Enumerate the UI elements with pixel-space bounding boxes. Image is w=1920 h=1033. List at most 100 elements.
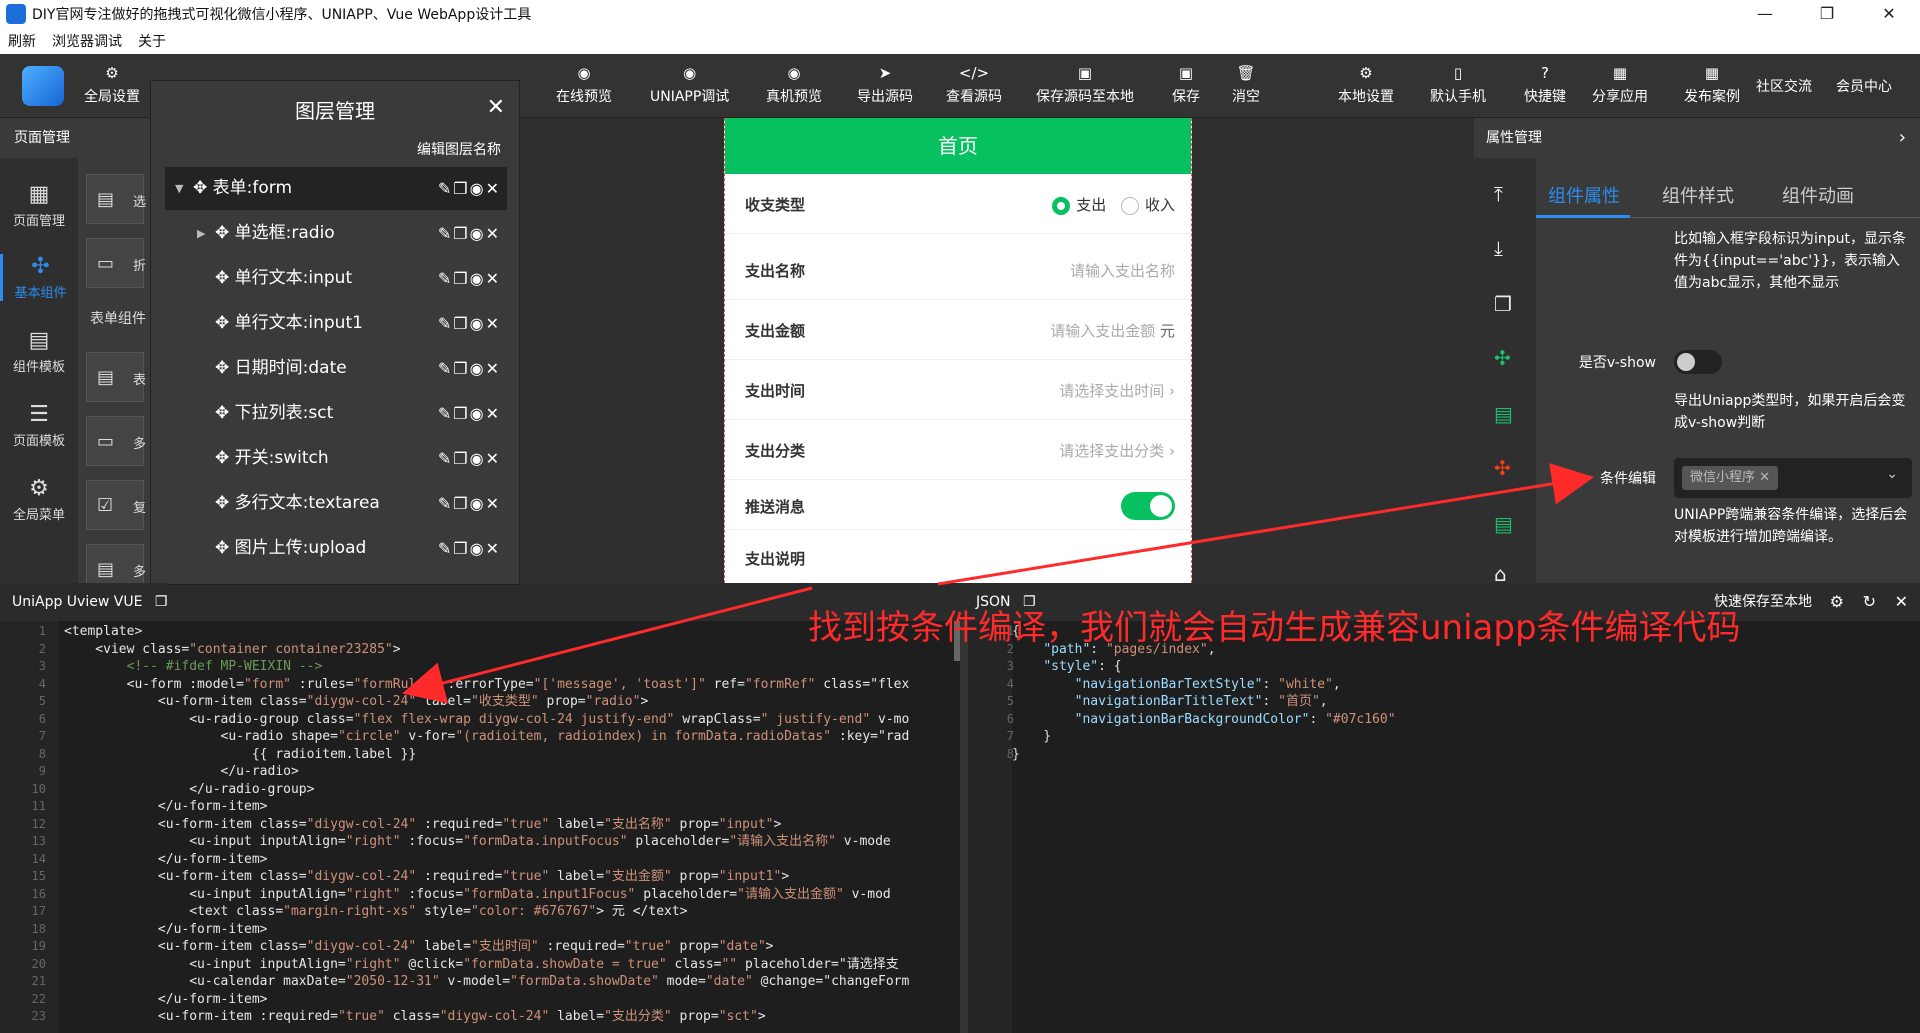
toolbar-community[interactable]: 社区交流: [1756, 76, 1812, 96]
toolbar-member-center[interactable]: 会员中心: [1836, 76, 1892, 96]
copy-icon[interactable]: ❐: [155, 594, 168, 610]
toolbar-view-source[interactable]: </> 查看源码: [946, 64, 1002, 106]
editor-divider[interactable]: [960, 621, 968, 1033]
form-row-type[interactable]: 收支类型 支出 收入: [725, 174, 1191, 234]
close-icon[interactable]: ✕: [1895, 583, 1908, 621]
caret-down-icon[interactable]: ▼: [175, 167, 183, 210]
tab-component-style[interactable]: 组件样式: [1662, 182, 1734, 208]
json-code-editor[interactable]: 1{2 "path": "pages/index", 3 "style": {4 …: [968, 621, 1920, 1033]
close-icon[interactable]: ✕: [487, 95, 505, 120]
maximize-button[interactable]: ❐: [1796, 0, 1858, 28]
toolbar-device-preview[interactable]: ◉ 真机预览: [766, 64, 822, 106]
form-row-desc[interactable]: 支出说明: [725, 530, 1191, 583]
save-icon: ▣: [1178, 64, 1194, 82]
puzzle-icon[interactable]: ✣: [1494, 346, 1511, 370]
form-row-time[interactable]: 支出时间 请选择支出时间 ›: [725, 360, 1191, 420]
form-row-push[interactable]: 推送消息: [725, 480, 1191, 530]
close-window-button[interactable]: ✕: [1858, 0, 1920, 28]
toolbar-share-app[interactable]: ▦ 分享应用: [1592, 64, 1648, 106]
eye-icon: ◉: [577, 64, 591, 82]
rail-page-manage[interactable]: ▦ 页面管理: [0, 182, 78, 229]
toolbar-shortcuts[interactable]: ? 快捷键: [1524, 64, 1566, 106]
menu-browser-debug[interactable]: 浏览器调试: [52, 31, 122, 51]
layer-actions[interactable]: ✎❐◉✕: [438, 392, 501, 435]
component-item[interactable]: ▭ 多: [86, 416, 146, 466]
refresh-icon[interactable]: ↻: [1863, 583, 1876, 621]
toolbar-export-source[interactable]: ➤ 导出源码: [857, 64, 913, 106]
gear-icon[interactable]: ⚙: [1830, 583, 1844, 621]
layer-actions[interactable]: ✎❐◉✕: [438, 167, 501, 210]
layer-row[interactable]: ✥ 多行文本:textarea ✎❐◉✕: [165, 482, 507, 525]
layer-row[interactable]: ✥ 下拉列表:sct ✎❐◉✕: [165, 392, 507, 435]
layer-row[interactable]: ▼ ✥ 表单:form ✎❐◉✕: [165, 167, 507, 210]
help-icon: ?: [1541, 64, 1549, 82]
toolbar-default-phone[interactable]: ▯ 默认手机: [1430, 64, 1486, 106]
toolbar-publish-case[interactable]: ▦ 发布案例: [1684, 64, 1740, 106]
radio-checked-icon[interactable]: [1052, 196, 1071, 215]
toolbar-local-settings[interactable]: ⚙ 本地设置: [1338, 64, 1394, 106]
copy-icon[interactable]: ❐: [1494, 292, 1512, 316]
minimize-button[interactable]: —: [1734, 0, 1796, 28]
condition-compile-select[interactable]: 微信小程序 ✕ ⌄: [1674, 458, 1912, 498]
toolbar-save[interactable]: ▣ 保存: [1172, 64, 1200, 106]
tag-close-icon[interactable]: ✕: [1759, 470, 1770, 485]
menu-refresh[interactable]: 刷新: [8, 31, 36, 51]
selected-tag[interactable]: 微信小程序 ✕: [1682, 466, 1779, 490]
code-text: }: [1012, 746, 1020, 762]
toolbar-online-preview[interactable]: ◉ 在线预览: [556, 64, 612, 106]
toolbar-global-settings[interactable]: ⚙ 全局设置: [84, 64, 140, 106]
puzzle-icon[interactable]: ✣: [1494, 456, 1511, 480]
push-switch[interactable]: [1121, 492, 1175, 520]
document-icon[interactable]: ▤: [1494, 402, 1513, 426]
menu-about[interactable]: 关于: [138, 31, 166, 51]
line-number: 3: [38, 659, 46, 673]
code-text: <!-- #ifdef MP-WEIXIN -->: [64, 659, 323, 674]
vshow-toggle[interactable]: [1674, 350, 1722, 374]
toolbar-save-local[interactable]: ▣ 保存源码至本地: [1036, 64, 1134, 106]
line-number: 4: [38, 676, 46, 691]
rail-component-templates[interactable]: ▤ 组件模板: [0, 328, 78, 375]
layer-actions[interactable]: ✎❐◉✕: [438, 437, 501, 480]
component-item[interactable]: ▤ 选: [86, 174, 146, 224]
layer-actions[interactable]: ✎❐◉✕: [438, 482, 501, 525]
layer-row[interactable]: ✥ 图片上传:upload ✎❐◉✕: [165, 527, 507, 570]
component-item[interactable]: ☑ 复: [86, 480, 146, 530]
move-bottom-icon[interactable]: ⤓: [1494, 236, 1503, 260]
annotation-text: 找到按条件编译，我们就会自动生成兼容uniapp条件编译代码: [808, 608, 1741, 648]
move-top-icon[interactable]: ⤒: [1494, 182, 1503, 206]
rail-page-templates[interactable]: ☰ 页面模板: [0, 402, 78, 449]
layer-row[interactable]: ✥ 日期时间:date ✎❐◉✕: [165, 347, 507, 390]
chevron-down-icon[interactable]: ⌄: [1886, 466, 1898, 482]
layer-row[interactable]: ✥ 单行文本:input1 ✎❐◉✕: [165, 302, 507, 345]
right-panel-header: 属性管理 ›: [1474, 118, 1920, 158]
toolbar-uniapp-debug[interactable]: ◉ UNIAPP调试: [650, 64, 729, 106]
component-item[interactable]: ▤ 多: [86, 544, 146, 583]
component-item[interactable]: ▭ 折: [86, 238, 146, 288]
grid-icon: ▦: [28, 182, 50, 207]
form-row-name[interactable]: 支出名称 请输入支出名称: [725, 240, 1191, 300]
form-row-amount[interactable]: 支出金额 请输入支出金额 元: [725, 300, 1191, 360]
chevron-right-icon[interactable]: ›: [1899, 118, 1906, 158]
chevron-right-icon: ›: [1169, 442, 1175, 460]
rail-basic-components[interactable]: ✣ 基本组件: [0, 254, 78, 301]
layer-actions[interactable]: ✎❐◉✕: [438, 257, 501, 300]
code-text: <text class="margin-right-xs" style="col…: [64, 904, 688, 919]
layer-row[interactable]: ▶ ✥ 单选框:radio ✎❐◉✕: [165, 212, 507, 255]
layer-row[interactable]: ✥ 单行文本:input ✎❐◉✕: [165, 257, 507, 300]
layer-actions[interactable]: ✎❐◉✕: [438, 347, 501, 390]
vue-code-editor[interactable]: 1 <template> 2 <view class="container cont…: [0, 621, 960, 1033]
caret-right-icon[interactable]: ▶: [197, 212, 205, 255]
radio-unchecked-icon[interactable]: [1120, 196, 1139, 215]
layer-actions[interactable]: ✎❐◉✕: [438, 302, 501, 345]
layer-actions[interactable]: ✎❐◉✕: [438, 212, 501, 255]
tab-component-props[interactable]: 组件属性: [1548, 182, 1620, 208]
form-row-category[interactable]: 支出分类 请选择支出分类 ›: [725, 420, 1191, 480]
add-document-icon[interactable]: ▤: [1494, 512, 1513, 536]
layer-row[interactable]: ✥ 开关:switch ✎❐◉✕: [165, 437, 507, 480]
component-item[interactable]: ▤ 表: [86, 352, 146, 402]
layer-actions[interactable]: ✎❐◉✕: [438, 527, 501, 570]
toolbar-clear[interactable]: 🗑 消空: [1232, 64, 1260, 106]
tab-component-animation[interactable]: 组件动画: [1782, 182, 1854, 208]
move-icon: ✥: [215, 448, 230, 468]
rail-global-menu[interactable]: ⚙ 全局菜单: [0, 476, 78, 523]
